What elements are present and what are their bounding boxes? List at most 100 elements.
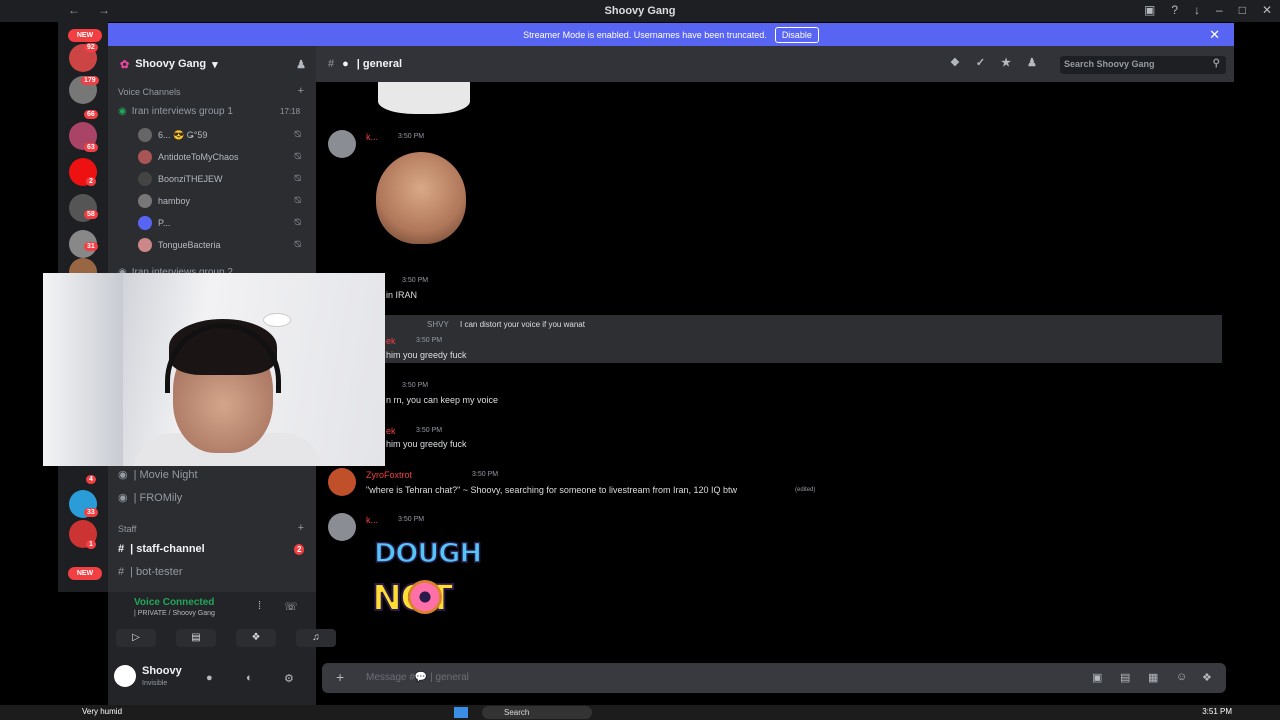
mention-badge: 31 xyxy=(84,242,98,251)
mention-badge: 58 xyxy=(84,210,98,219)
server-header[interactable]: ✿ Shoovy Gang ▾ ♟ xyxy=(108,46,316,82)
add-channel-icon[interactable]: + xyxy=(298,85,304,97)
message-author[interactable]: ek xyxy=(386,426,396,436)
voice-channel-iran-1[interactable]: ◉ Iran interviews group 1 17:18 xyxy=(118,106,300,117)
banner-close-icon[interactable]: ✕ xyxy=(1209,27,1220,43)
channel-movie-night[interactable]: ◉ | Movie Night xyxy=(118,468,198,482)
voice-member[interactable]: BoonziTHEJEW xyxy=(138,172,223,186)
gift-icon[interactable]: ▣ xyxy=(1092,671,1102,684)
channel-staff[interactable]: # | staff-channel xyxy=(118,543,205,555)
avatar[interactable] xyxy=(328,468,356,496)
avatar[interactable] xyxy=(328,130,356,158)
user-name[interactable]: Shoovy xyxy=(142,665,182,677)
member-name: TongueBacteria xyxy=(158,240,221,250)
webcam-overlay xyxy=(43,273,385,466)
channel-label: | staff-channel xyxy=(130,543,205,555)
title-bar: ← → Shoovy Gang ▣ ? ↓ – □ ✕ xyxy=(0,0,1280,22)
channel-title: | general xyxy=(356,58,403,70)
voice-member[interactable]: AntidoteToMyChaos xyxy=(138,150,239,164)
muted-icon: ⦰ xyxy=(294,239,302,249)
voice-location[interactable]: | PRIVATE / Shoovy Gang xyxy=(134,610,215,617)
category-staff[interactable]: Staff xyxy=(118,524,136,534)
donut-icon xyxy=(408,580,442,614)
headphones-icon[interactable]: ◐ xyxy=(246,672,253,684)
streamer-mode-banner: Streamer Mode is enabled. Usernames have… xyxy=(108,23,1234,46)
gear-icon[interactable]: ⚙ xyxy=(284,672,294,685)
voice-status[interactable]: Voice Connected xyxy=(116,597,214,608)
message-timestamp: 3:50 PM xyxy=(402,382,429,389)
voice-member[interactable]: P... xyxy=(138,216,170,230)
voice-member[interactable]: hamboy xyxy=(138,194,190,208)
inbox-icon[interactable]: ▣ xyxy=(1144,3,1155,17)
minimize-icon[interactable]: – xyxy=(1216,3,1223,17)
clock[interactable]: 3:51 PM xyxy=(1202,707,1232,716)
emoji-icon[interactable]: ☺ xyxy=(1176,671,1187,683)
message-timestamp: 3:50 PM xyxy=(416,427,443,434)
message-input[interactable]: Message #💬 | general xyxy=(366,672,469,683)
voice-member[interactable]: 6... 😎 Ǥ°59 xyxy=(138,128,207,142)
channel-bot-tester[interactable]: # | bot-tester xyxy=(118,566,183,578)
add-channel-icon[interactable]: + xyxy=(298,522,304,534)
download-icon[interactable]: ↓ xyxy=(1194,3,1200,17)
voice-member[interactable]: TongueBacteria xyxy=(138,238,221,252)
taskbar-search[interactable]: Search xyxy=(482,706,592,719)
window-title: Shoovy Gang xyxy=(604,5,676,17)
reply-tag: SHVY xyxy=(427,320,449,329)
message-timestamp: 3:50 PM xyxy=(398,133,425,140)
weather-widget[interactable]: Very humid xyxy=(82,707,122,716)
image-attachment[interactable] xyxy=(378,82,470,114)
image-attachment[interactable] xyxy=(376,152,466,244)
channel-fromily[interactable]: ◉ | FROMily xyxy=(118,491,182,505)
gif-icon[interactable]: ▤ xyxy=(1120,671,1130,684)
avatar[interactable] xyxy=(328,513,356,541)
notification-icon[interactable]: ✓ xyxy=(976,56,985,69)
message-text: in IRAN xyxy=(386,290,418,300)
members-icon[interactable]: ♟ xyxy=(1027,56,1037,69)
screenshare-icon[interactable]: ▤ xyxy=(176,629,216,647)
add-attachment-icon[interactable]: + xyxy=(336,669,344,685)
camera-icon[interactable]: ▷ xyxy=(116,629,156,647)
apps-icon[interactable]: ❖ xyxy=(1202,671,1212,684)
chevron-down-icon: ▾ xyxy=(212,58,218,71)
search-input[interactable]: Search Shoovy Gang xyxy=(1060,56,1226,74)
start-icon[interactable] xyxy=(454,707,468,718)
dough-not-sticker[interactable]: DOUGH NOT xyxy=(368,530,483,640)
server-icon-small: ✿ xyxy=(120,58,130,71)
new-pill[interactable]: NEW xyxy=(68,29,102,42)
voice-controls: ▷ ▤ ❖ ♫ xyxy=(116,629,336,647)
hash-icon: # xyxy=(328,58,335,70)
disable-button[interactable]: Disable xyxy=(774,26,819,43)
close-icon[interactable]: ✕ xyxy=(1262,3,1272,17)
activities-icon[interactable]: ❖ xyxy=(236,629,276,647)
message-author[interactable]: ek xyxy=(386,336,396,346)
member-name: BoonziTHEJEW xyxy=(158,174,223,184)
mention-badge: 4 xyxy=(86,475,96,484)
avatar xyxy=(138,238,152,252)
maximize-icon[interactable]: □ xyxy=(1239,3,1246,17)
header-icons: ❖ ✓ ★ ♟ xyxy=(950,56,1037,69)
message-composer[interactable]: + Message #💬 | general ▣ ▤ ▦ ☺ ❖ xyxy=(322,663,1226,693)
threads-icon[interactable]: ❖ xyxy=(950,56,960,69)
microphone-icon[interactable]: ● xyxy=(206,672,213,684)
message-text: n rn, you can keep my voice xyxy=(386,395,499,405)
sticker-icon[interactable]: ▦ xyxy=(1148,671,1158,684)
member-name: AntidoteToMyChaos xyxy=(158,152,239,162)
disconnect-icon[interactable]: ☏ xyxy=(284,600,298,613)
avatar xyxy=(138,128,152,142)
category-voice-channels[interactable]: Voice Channels xyxy=(118,87,181,97)
avatar xyxy=(138,194,152,208)
noise-suppression-icon[interactable]: ⁞ xyxy=(258,600,261,612)
member-name: 6... 😎 Ǥ°59 xyxy=(158,129,208,140)
muted-icon: ⦰ xyxy=(294,173,302,183)
channel-label: | bot-tester xyxy=(130,566,183,578)
reply-preview[interactable]: I can distort your voice if you wanat xyxy=(460,320,585,329)
message-author[interactable]: k... xyxy=(366,515,378,525)
pin-icon[interactable]: ★ xyxy=(1001,56,1011,69)
help-icon[interactable]: ? xyxy=(1171,3,1178,17)
message-author[interactable]: k... xyxy=(366,132,378,142)
add-member-icon[interactable]: ♟ xyxy=(296,58,306,71)
message-author[interactable]: ZyroFoxtrot xyxy=(366,470,412,480)
avatar[interactable] xyxy=(114,665,136,687)
new-pill[interactable]: NEW xyxy=(68,567,102,580)
search-icon[interactable]: ⚲ xyxy=(1213,58,1220,69)
